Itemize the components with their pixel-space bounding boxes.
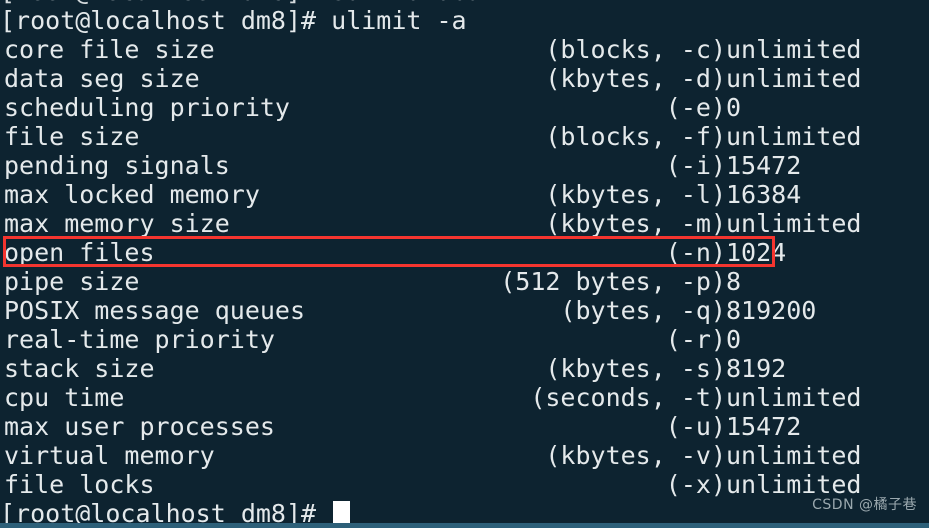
ulimit-row-unit: (kbytes, -s): [545, 354, 726, 383]
ulimit-row-name: max memory size: [4, 209, 230, 238]
ulimit-row: real-time priority (-r) 0: [0, 325, 929, 354]
ulimit-row: pending signals (-i) 15472: [0, 151, 929, 180]
ulimit-row-value: 8: [726, 267, 742, 296]
terminal-window[interactable]: [root@localhost dm8]# su - dmdba [root@l…: [0, 0, 929, 528]
ulimit-row-value: unlimited: [726, 209, 862, 238]
ulimit-row: scheduling priority (-e) 0: [0, 93, 929, 122]
ulimit-row: core file size (blocks, -c) unlimited: [0, 35, 929, 64]
ulimit-row-unit: (-u): [665, 412, 726, 441]
ulimit-row-value: 16384: [726, 180, 802, 209]
ulimit-row-unit: (kbytes, -m): [545, 209, 726, 238]
ulimit-row: max memory size (kbytes, -m) unlimited: [0, 209, 929, 238]
ulimit-row: pipe size (512 bytes, -p) 8: [0, 267, 929, 296]
ulimit-row-value: 15472: [726, 412, 802, 441]
ulimit-row-name: data seg size: [4, 64, 200, 93]
ulimit-row-value: unlimited: [726, 383, 862, 412]
ulimit-row-name: virtual memory: [4, 441, 215, 470]
ulimit-row-name: open files: [4, 238, 155, 267]
ulimit-row: open files (-n) 1024: [0, 238, 929, 267]
ulimit-row-unit: (kbytes, -v): [545, 441, 726, 470]
ulimit-row-name: file size: [4, 122, 140, 151]
ulimit-row: POSIX message queues (bytes, -q) 819200: [0, 296, 929, 325]
ulimit-row-value: 0: [726, 93, 742, 122]
ulimit-row: file size (blocks, -f) unlimited: [0, 122, 929, 151]
ulimit-row-value: 15472: [726, 151, 802, 180]
ulimit-row-name: core file size: [4, 35, 215, 64]
ulimit-row-unit: (bytes, -q): [560, 296, 726, 325]
ulimit-row-name: stack size: [4, 354, 155, 383]
ulimit-row: cpu time (seconds, -t) unlimited: [0, 383, 929, 412]
ulimit-row: data seg size (kbytes, -d) unlimited: [0, 64, 929, 93]
ulimit-row-name: POSIX message queues: [4, 296, 306, 325]
ulimit-row-value: 819200: [726, 296, 817, 325]
ulimit-row-name: cpu time: [4, 383, 125, 412]
terminal-output: [root@localhost dm8]# ulimit -a core fil…: [0, 6, 929, 528]
ulimit-row-unit: (kbytes, -l): [545, 180, 726, 209]
ulimit-row-unit: (seconds, -t): [530, 383, 726, 412]
ulimit-row: file locks (-x) unlimited: [0, 470, 929, 499]
ulimit-row-unit: (512 bytes, -p): [500, 267, 726, 296]
ulimit-row-unit: (-r): [665, 325, 726, 354]
window-bottom-edge: [0, 523, 929, 528]
ulimit-row-unit: (-x): [665, 470, 726, 499]
ulimit-row-name: scheduling priority: [4, 93, 290, 122]
command-line: [root@localhost dm8]# ulimit -a: [0, 6, 929, 35]
ulimit-row: max locked memory (kbytes, -l) 16384: [0, 180, 929, 209]
ulimit-row: stack size (kbytes, -s) 8192: [0, 354, 929, 383]
ulimit-row-unit: (blocks, -f): [545, 122, 726, 151]
ulimit-row: max user processes (-u) 15472: [0, 412, 929, 441]
ulimit-row-name: real-time priority: [4, 325, 275, 354]
ulimit-row-name: pending signals: [4, 151, 230, 180]
ulimit-row-unit: (-i): [665, 151, 726, 180]
ulimit-row-unit: (-n): [665, 238, 726, 267]
ulimit-row-value: unlimited: [726, 122, 862, 151]
ulimit-row-unit: (blocks, -c): [545, 35, 726, 64]
ulimit-row-value: 8192: [726, 354, 787, 383]
ulimit-row-name: file locks: [4, 470, 155, 499]
ulimit-row-name: max locked memory: [4, 180, 260, 209]
ulimit-row-name: pipe size: [4, 267, 140, 296]
ulimit-row-unit: (kbytes, -d): [545, 64, 726, 93]
ulimit-row-value: 1024: [726, 238, 787, 267]
ulimit-row-name: max user processes: [4, 412, 275, 441]
ulimit-row-value: unlimited: [726, 64, 862, 93]
shell-prompt: [root@localhost dm8]#: [0, 6, 332, 35]
ulimit-row-value: 0: [726, 325, 742, 354]
csdn-watermark: CSDN @橘子巷: [812, 497, 917, 513]
ulimit-row: virtual memory (kbytes, -v) unlimited: [0, 441, 929, 470]
ulimit-row-unit: (-e): [665, 93, 726, 122]
ulimit-row-value: unlimited: [726, 35, 862, 64]
typed-command: ulimit -a: [331, 6, 467, 35]
ulimit-output-table: core file size (blocks, -c) unlimited data …: [0, 35, 929, 499]
ulimit-row-value: unlimited: [726, 441, 862, 470]
